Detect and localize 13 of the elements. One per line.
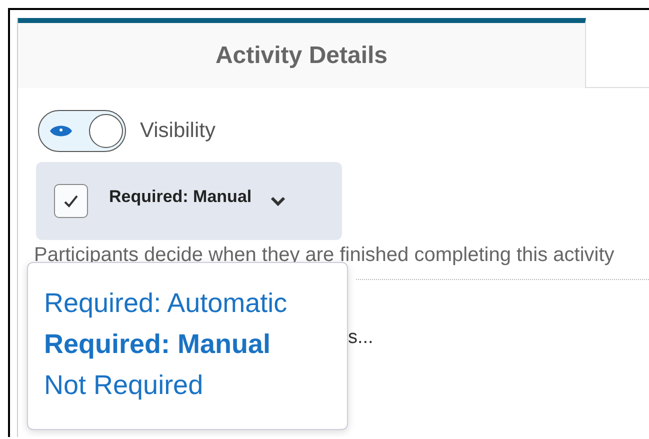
tab[interactable]: Activity Details	[18, 18, 586, 88]
truncated-text: s...	[348, 327, 374, 349]
description: Participants decide when they are finished completing this activity	[34, 244, 616, 267]
visibility-toggle[interactable]	[38, 110, 126, 152]
menu-item[interactable]: Required: Manual	[44, 324, 271, 365]
checkbox[interactable]	[54, 184, 88, 218]
caret-icon	[270, 196, 286, 206]
menu-item[interactable]: Not Required	[44, 365, 204, 406]
visibility-label: Visibility	[140, 119, 216, 143]
menu-item[interactable]: Required: Automatic	[44, 283, 288, 324]
eye-icon	[49, 123, 73, 139]
dropdown-label: Required: Manual	[109, 187, 252, 207]
completion-dropdown[interactable]: Required: Manual	[36, 162, 342, 240]
